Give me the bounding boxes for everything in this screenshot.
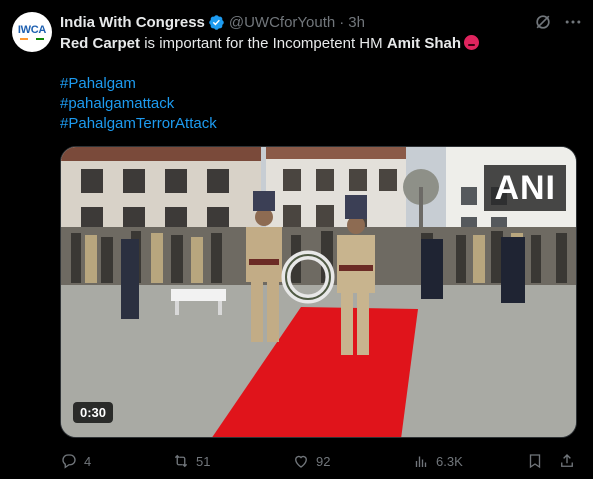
bookmark-icon[interactable] (526, 452, 544, 470)
tweet-card[interactable]: IWCA India With Congress @UWCforYouth · … (0, 0, 593, 479)
tweet-header: India With Congress @UWCforYouth · 3h (60, 12, 365, 32)
video-player[interactable]: ANI 0:30 (60, 146, 577, 438)
tweet-text-plain: is important for the Incompetent HM (140, 35, 387, 52)
heart-icon (295, 455, 307, 468)
tweet-text: Red Carpet is important for the Incompet… (60, 34, 580, 54)
retweet-button[interactable]: 51 (172, 452, 292, 470)
grok-icon[interactable] (533, 12, 553, 32)
views-count: 6.3K (436, 453, 463, 469)
timestamp[interactable]: 3h (348, 14, 365, 31)
top-actions (533, 12, 583, 32)
hashtag-pahalgamattack[interactable]: #pahalgamattack (60, 94, 217, 114)
tweet-text-bold-1: Red Carpet (60, 35, 141, 52)
views-button[interactable]: 6.3K (412, 452, 522, 470)
separator-dot: · (339, 13, 345, 31)
views-chart-icon (415, 456, 427, 467)
video-duration: 0:30 (73, 402, 114, 423)
hashtag-pahalgamterrorattack[interactable]: #PahalgamTerrorAttack (60, 114, 217, 134)
retweet-icon (174, 454, 188, 468)
share-icon[interactable] (558, 452, 576, 470)
ani-watermark: ANI (484, 165, 566, 211)
avatar-logo-text: IWCA (17, 23, 47, 36)
hashtag-pahalgam[interactable]: #Pahalgam (60, 74, 217, 94)
more-options-icon[interactable] (563, 12, 583, 32)
avatar[interactable]: IWCA (12, 12, 52, 52)
tweet-text-bold-2: Amit Shah (386, 35, 461, 52)
like-button[interactable]: 92 (292, 452, 412, 470)
retweet-count: 51 (196, 453, 211, 469)
action-bar-right (526, 452, 576, 470)
reply-count: 4 (84, 453, 92, 469)
reply-button[interactable]: 4 (60, 452, 158, 470)
angry-face-icon (464, 35, 479, 50)
user-handle[interactable]: @UWCforYouth (229, 14, 335, 31)
avatar-flag-bar (20, 37, 44, 40)
reply-icon (62, 454, 76, 469)
hashtag-list: #Pahalgam #pahalgamattack #PahalgamTerro… (60, 74, 217, 134)
like-count: 92 (316, 453, 331, 469)
action-bar: 4 51 92 6.3K (60, 450, 580, 472)
verified-badge-icon (209, 14, 224, 30)
display-name[interactable]: India With Congress (60, 14, 205, 31)
